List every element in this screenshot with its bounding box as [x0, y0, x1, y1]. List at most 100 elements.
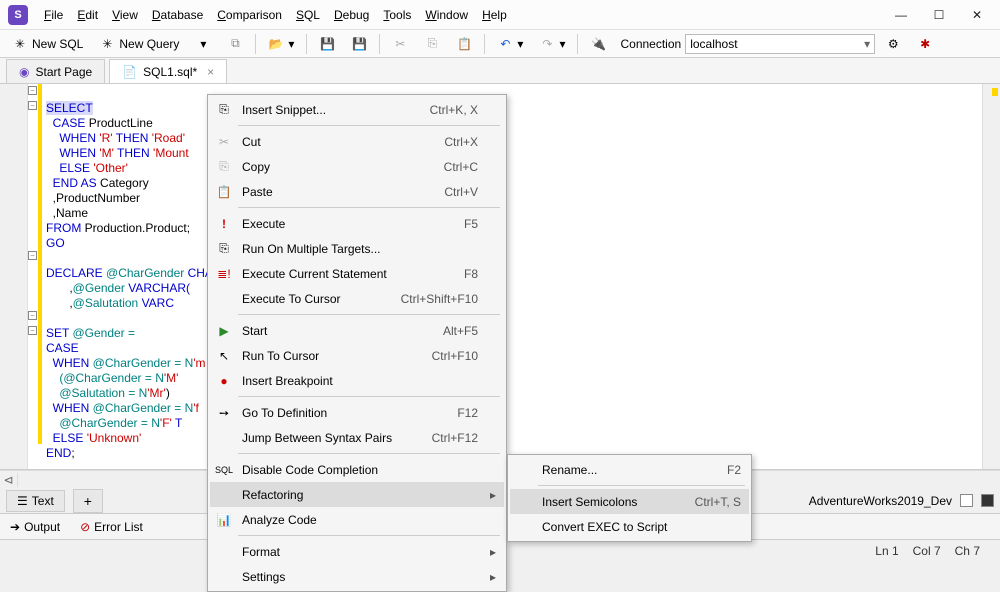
menu-start[interactable]: ▶StartAlt+F5 [210, 318, 504, 343]
connection-label: Connection [620, 37, 681, 51]
checkbox-empty[interactable] [960, 494, 973, 507]
toolbar: ✳New SQL ✳New Query ▾ ⧉ 📂▾ 💾 💾 ✂ ⎘ 📋 ↶▾ … [0, 30, 1000, 58]
menubar: File Edit View Database Comparison SQL D… [38, 4, 894, 26]
titlebar: S File Edit View Database Comparison SQL… [0, 0, 1000, 30]
menu-execute-to-cursor[interactable]: Execute To CursorCtrl+Shift+F10 [210, 286, 504, 311]
menu-execute-current[interactable]: ≣!Execute Current StatementF8 [210, 261, 504, 286]
connection-dropdown[interactable]: localhost▾ [685, 34, 875, 54]
fold-icon[interactable]: − [28, 86, 37, 95]
menu-refactoring[interactable]: Refactoring▸ [210, 482, 504, 507]
goto-icon: ➙ [214, 406, 234, 420]
save-button[interactable]: 💾 [313, 34, 341, 54]
paste-icon: 📋 [214, 185, 234, 199]
fold-icon[interactable]: − [28, 101, 37, 110]
app-icon: S [8, 5, 28, 25]
menu-window[interactable]: Window [419, 4, 474, 26]
context-menu: ⎘Insert Snippet...Ctrl+K, X ✂CutCtrl+X ⎘… [207, 94, 507, 592]
menu-settings[interactable]: Settings▸ [210, 564, 504, 589]
add-tab[interactable]: + [73, 489, 103, 513]
close-button[interactable]: ✕ [970, 8, 984, 22]
document-tabs: ◉Start Page 📄SQL1.sql*× [0, 58, 1000, 84]
menu-jump-syntax[interactable]: Jump Between Syntax PairsCtrl+F12 [210, 425, 504, 450]
code-content: SELECT CASE ProductLine WHEN 'R' THEN 'R… [46, 86, 226, 476]
new-sql-button[interactable]: ✳New SQL [6, 34, 89, 54]
sql-icon[interactable]: ⧉ [221, 34, 249, 54]
tab-sql1[interactable]: 📄SQL1.sql*× [109, 59, 227, 83]
disconnect-button[interactable]: ✱ [911, 34, 939, 54]
play-icon: ▶ [214, 324, 234, 338]
analyze-icon: 📊 [214, 513, 234, 527]
submenu-insert-semicolons[interactable]: Insert SemicolonsCtrl+T, S [510, 489, 749, 514]
text-tab[interactable]: ☰Text [6, 490, 65, 512]
menu-run-to-cursor[interactable]: ↖Run To CursorCtrl+F10 [210, 343, 504, 368]
connect-button[interactable]: 🔌 [584, 34, 612, 54]
window-controls: — ☐ ✕ [894, 8, 984, 22]
menu-comparison[interactable]: Comparison [211, 4, 288, 26]
text-icon: ☰ [17, 494, 28, 508]
menu-help[interactable]: Help [476, 4, 513, 26]
sparkle-icon: ✳ [99, 36, 115, 52]
tab-start-page[interactable]: ◉Start Page [6, 59, 105, 83]
conn-options-button[interactable]: ⚙ [879, 34, 907, 54]
fold-icon[interactable]: − [28, 311, 37, 320]
fold-icon[interactable]: − [28, 251, 37, 260]
dropdown-icon[interactable]: ▾ [189, 34, 217, 54]
menu-debug[interactable]: Debug [328, 4, 375, 26]
scroll-left-icon[interactable]: ⊲ [0, 473, 18, 487]
sql-file-icon: 📄 [122, 65, 137, 79]
menu-run-multiple[interactable]: ⎘Run On Multiple Targets... [210, 236, 504, 261]
menu-format[interactable]: Format▸ [210, 539, 504, 564]
new-query-button[interactable]: ✳New Query [93, 34, 185, 54]
output-tab[interactable]: ➔Output [10, 520, 60, 534]
refactoring-submenu: Rename...F2 Insert SemicolonsCtrl+T, S C… [507, 454, 752, 542]
exclaim-icon: ! [214, 217, 234, 231]
change-indicator [38, 84, 42, 444]
submenu-rename[interactable]: Rename...F2 [510, 457, 749, 482]
database-name: AdventureWorks2019_Dev [809, 494, 952, 508]
menu-edit[interactable]: Edit [71, 4, 104, 26]
copy-icon: ⎘ [214, 159, 234, 174]
menu-paste[interactable]: 📋PasteCtrl+V [210, 179, 504, 204]
minimize-button[interactable]: — [894, 8, 908, 22]
home-icon: ◉ [19, 65, 29, 79]
vertical-scrollbar[interactable] [982, 84, 1000, 469]
menu-sql[interactable]: SQL [290, 4, 326, 26]
menu-insert-breakpoint[interactable]: ●Insert Breakpoint [210, 368, 504, 393]
status-line: Ln 1 [875, 544, 898, 558]
menu-goto-definition[interactable]: ➙Go To DefinitionF12 [210, 400, 504, 425]
status-ch: Ch 7 [955, 544, 980, 558]
fold-icon[interactable]: − [28, 326, 37, 335]
menu-execute[interactable]: !ExecuteF5 [210, 211, 504, 236]
breakpoint-icon: ● [214, 374, 234, 388]
error-icon: ⊘ [80, 520, 90, 534]
redo-button[interactable]: ↷▾ [533, 34, 571, 54]
menu-file[interactable]: File [38, 4, 69, 26]
error-list-tab[interactable]: ⊘Error List [80, 520, 143, 534]
sql-completion-icon: SQL [214, 465, 234, 475]
exec-current-icon: ≣! [214, 267, 234, 281]
menu-tools[interactable]: Tools [377, 4, 417, 26]
menu-copy[interactable]: ⎘CopyCtrl+C [210, 154, 504, 179]
cut-button[interactable]: ✂ [386, 34, 414, 54]
maximize-button[interactable]: ☐ [932, 8, 946, 22]
copy-button[interactable]: ⎘ [418, 34, 446, 54]
menu-cut[interactable]: ✂CutCtrl+X [210, 129, 504, 154]
snippet-icon: ⎘ [214, 102, 234, 117]
menu-view[interactable]: View [106, 4, 144, 26]
menu-insert-snippet[interactable]: ⎘Insert Snippet...Ctrl+K, X [210, 97, 504, 122]
checkbox-filled[interactable] [981, 494, 994, 507]
cursor-icon: ↖ [214, 349, 234, 363]
paste-button[interactable]: 📋 [450, 34, 478, 54]
undo-button[interactable]: ↶▾ [491, 34, 529, 54]
arrow-right-icon: ➔ [10, 520, 20, 534]
menu-database[interactable]: Database [146, 4, 209, 26]
open-button[interactable]: 📂▾ [262, 34, 300, 54]
save-all-button[interactable]: 💾 [345, 34, 373, 54]
close-tab-icon[interactable]: × [207, 65, 214, 79]
status-col: Col 7 [913, 544, 941, 558]
menu-analyze-code[interactable]: 📊Analyze Code [210, 507, 504, 532]
menu-disable-completion[interactable]: SQLDisable Code Completion [210, 457, 504, 482]
submenu-convert-exec[interactable]: Convert EXEC to Script [510, 514, 749, 539]
targets-icon: ⎘ [214, 241, 234, 256]
sparkle-icon: ✳ [12, 36, 28, 52]
